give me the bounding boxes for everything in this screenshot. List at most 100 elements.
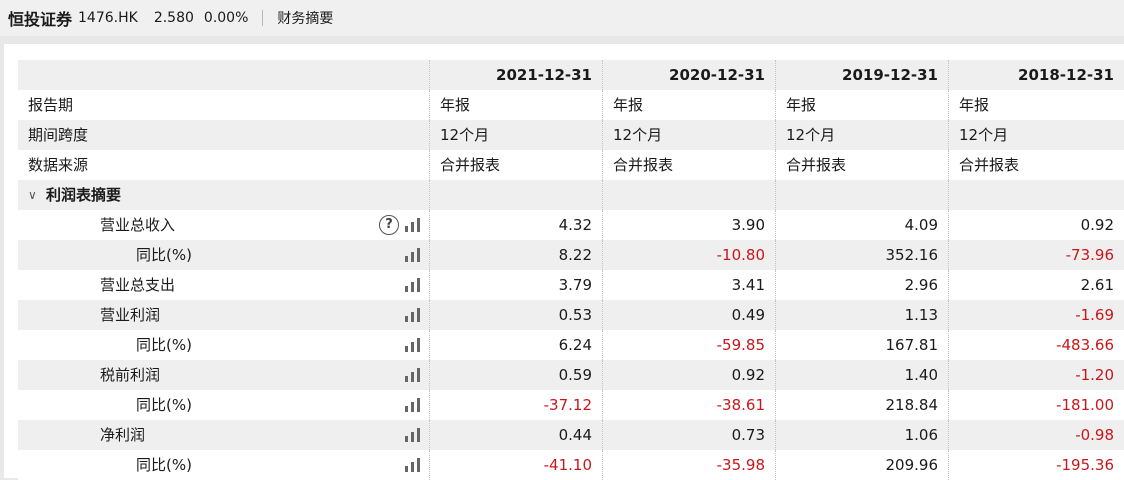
table-cell: 3.41 [602,270,775,300]
table-cell: -195.36 [948,450,1124,480]
table-cell: -181.00 [948,390,1124,420]
row-label: 同比(%) [136,396,192,414]
bar-chart-icon[interactable] [405,428,421,442]
table-cell [948,180,1124,210]
table-cell: 12个月 [948,120,1124,150]
table-cell: -10.80 [602,240,775,270]
table-row: 数据来源 合并报表 合并报表 合并报表 合并报表 [18,150,1124,180]
table-cell: 352.16 [775,240,948,270]
row-label-cell: 同比(%) [18,240,429,270]
row-label-cell: 同比(%) [18,390,429,420]
table-cell: -1.69 [948,300,1124,330]
table-cell: -1.20 [948,360,1124,390]
table-row: 税前利润 0.59 0.92 1.40 -1.20 [18,360,1124,390]
table-cell: -35.98 [602,450,775,480]
column-header[interactable]: 2021-12-31 [429,60,602,90]
table-cell: 合并报表 [429,150,602,180]
table-cell [429,180,602,210]
row-label-cell: 税前利润 [18,360,429,390]
table-cell: 218.84 [775,390,948,420]
table-cell [602,180,775,210]
table-cell: -483.66 [948,330,1124,360]
chevron-down-icon[interactable]: ∨ [28,180,37,210]
table-cell: 2.61 [948,270,1124,300]
row-label-cell: 同比(%) [18,450,429,480]
table-cell: 0.92 [602,360,775,390]
row-label: 报告期 [28,96,74,114]
table-row: 同比(%) -37.12 -38.61 218.84 -181.00 [18,390,1124,420]
company-name: 恒投证券 [8,10,73,29]
table-row: 同比(%) 8.22 -10.80 352.16 -73.96 [18,240,1124,270]
table-cell: -41.10 [429,450,602,480]
table-cell: 合并报表 [602,150,775,180]
table-header-row: 2021-12-31 2020-12-31 2019-12-31 2018-12… [18,60,1124,90]
table-cell: 12个月 [429,120,602,150]
stock-header: 恒投证券 1476.HK 2.580 0.00% 财务摘要 [0,0,1124,36]
bar-chart-icon[interactable] [405,218,421,232]
section-row-income-statement[interactable]: ∨ 利润表摘要 [18,180,1124,210]
bar-chart-icon[interactable] [405,368,421,382]
table-row: 营业利润 0.53 0.49 1.13 -1.69 [18,300,1124,330]
header-divider [262,10,264,26]
row-label: 同比(%) [136,336,192,354]
column-header[interactable]: 2019-12-31 [775,60,948,90]
table-cell: -38.61 [602,390,775,420]
bar-chart-icon[interactable] [405,338,421,352]
table-cell: -59.85 [602,330,775,360]
table-cell: 0.59 [429,360,602,390]
row-label: 期间跨度 [28,126,89,144]
table-cell: 0.49 [602,300,775,330]
row-label-cell: 营业利润 [18,300,429,330]
table-cell: 年报 [775,90,948,120]
header-spacer [18,60,429,90]
bar-chart-icon[interactable] [405,248,421,262]
section-title: 利润表摘要 [46,186,122,204]
row-label: 净利润 [100,426,146,444]
table-cell: 0.44 [429,420,602,450]
table-cell: 1.13 [775,300,948,330]
row-label: 同比(%) [136,246,192,264]
row-label: 营业利润 [100,306,161,324]
row-label: 数据来源 [28,156,89,174]
table-cell: 3.79 [429,270,602,300]
bar-chart-icon[interactable] [405,308,421,322]
stock-price: 2.580 [153,10,194,26]
table-cell: 209.96 [775,450,948,480]
row-label-cell: 报告期 [18,90,429,120]
row-label: 营业总收入 [100,216,176,234]
table-cell: 6.24 [429,330,602,360]
section-label-cell[interactable]: ∨ 利润表摘要 [18,180,429,210]
table-cell: 合并报表 [775,150,948,180]
bar-chart-icon[interactable] [405,458,421,472]
table-cell: 0.73 [602,420,775,450]
table-cell: 4.32 [429,210,602,240]
column-header[interactable]: 2018-12-31 [948,60,1124,90]
table-row: 同比(%) 6.24 -59.85 167.81 -483.66 [18,330,1124,360]
table-cell: 0.53 [429,300,602,330]
table-cell: -0.98 [948,420,1124,450]
row-label: 同比(%) [136,456,192,474]
table-cell: 年报 [948,90,1124,120]
price-change: 0.00% [203,10,249,26]
table-cell: 3.90 [602,210,775,240]
row-label-cell: 数据来源 [18,150,429,180]
row-label-cell: 净利润 [18,420,429,450]
bar-chart-icon[interactable] [405,278,421,292]
column-header[interactable]: 2020-12-31 [602,60,775,90]
table-cell: 2.96 [775,270,948,300]
row-label: 税前利润 [100,366,161,384]
table-cell: 1.40 [775,360,948,390]
financial-summary-table: 2021-12-31 2020-12-31 2019-12-31 2018-12… [18,60,1124,480]
stock-code: 1476.HK [78,10,138,26]
table-cell: -37.12 [429,390,602,420]
table-cell: 167.81 [775,330,948,360]
table-row: 同比(%) -41.10 -35.98 209.96 -195.36 [18,450,1124,480]
table-cell: 12个月 [775,120,948,150]
table-row: 净利润 0.44 0.73 1.06 -0.98 [18,420,1124,450]
table-cell: 年报 [429,90,602,120]
bar-chart-icon[interactable] [405,398,421,412]
table-row: 营业总收入? 4.32 3.90 4.09 0.92 [18,210,1124,240]
row-label-cell: 营业总支出 [18,270,429,300]
help-icon[interactable]: ? [379,215,399,235]
table-cell: 1.06 [775,420,948,450]
